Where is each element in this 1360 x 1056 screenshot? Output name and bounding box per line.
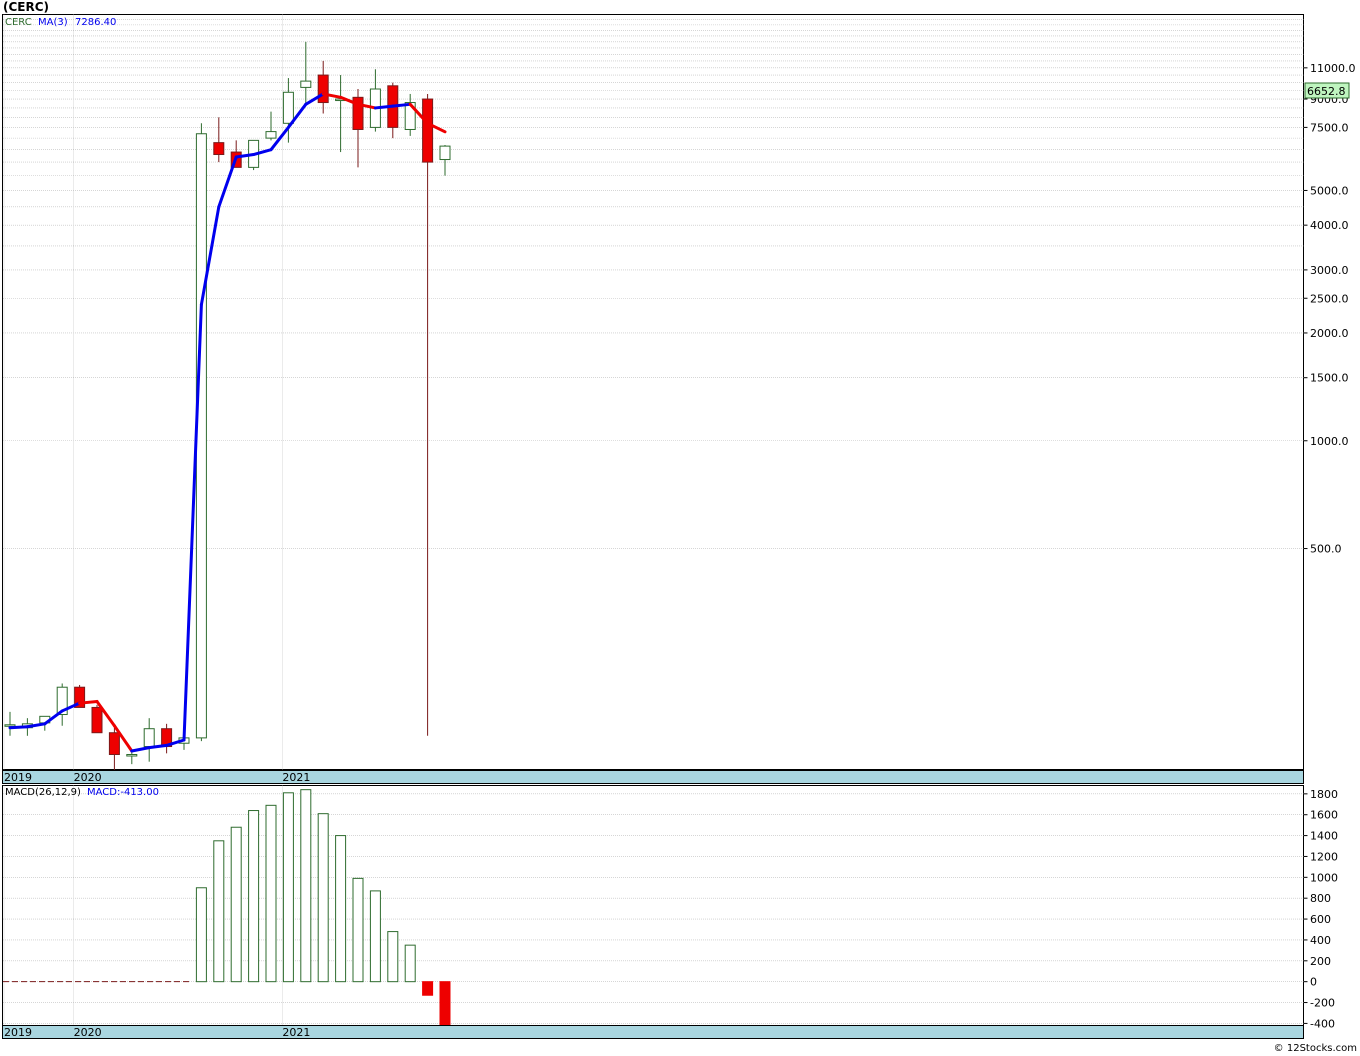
candle-body-up (439, 145, 451, 161)
candle-body-down (422, 98, 434, 163)
price-x-tick-label: 2021 (282, 771, 310, 784)
last-price-label: 6652.8 (1307, 85, 1346, 98)
macd-legend-value: MACD:-413.00 (87, 787, 159, 798)
candle (195, 123, 207, 742)
macd-bar-positive (317, 813, 329, 983)
macd-bar-negative (422, 981, 434, 996)
macd-y-tick-label: -200 (1310, 997, 1335, 1010)
legend-ma-label: MA(3) (38, 17, 68, 28)
macd-y-axis: 1800 1600 1400 1200 1000 800 600 400 200 0 -200 -40… (1303, 788, 1338, 1030)
watermark: © 12Stocks.com (1274, 1043, 1357, 1054)
macd-bar-positive (404, 944, 416, 983)
candle (91, 704, 103, 734)
macd-y-tick-label: 800 (1310, 892, 1331, 905)
ma-segment (373, 104, 395, 110)
price-y-tick-label: 2000.0 (1310, 327, 1349, 340)
macd-y-tick-label: 1000 (1310, 871, 1338, 884)
macd-bar-positive (335, 835, 347, 983)
price-x-axis-band (2, 770, 1304, 784)
price-y-tick-label: 7500.0 (1310, 121, 1349, 134)
macd-bar-positive (195, 887, 207, 983)
macd-y-tick-label: 400 (1310, 934, 1331, 947)
macd-bar-positive (282, 792, 294, 983)
macd-bar-positive (230, 826, 242, 983)
candle-body-up (195, 133, 207, 739)
ma-segment (8, 725, 29, 730)
ma-segment (78, 700, 99, 705)
stock-chart: (CERC) 11000.09000.07500.05000.04000.030… (2, 0, 1357, 1054)
price-y-tick-label: 500.0 (1310, 543, 1342, 556)
candle-body-down (213, 142, 225, 156)
price-y-axis: 11000.09000.07500.05000.04000.03000.0250… (1303, 62, 1356, 556)
macd-bar-positive (369, 890, 381, 983)
candle-body-down (317, 74, 329, 104)
macd-x-tick-label: 2020 (74, 1026, 102, 1039)
macd-legend-label: MACD(26,12,9) (5, 787, 81, 798)
legend-symbol: CERC (5, 17, 32, 28)
macd-bar-positive (248, 810, 260, 983)
ma-segment (391, 102, 412, 108)
ticker-title: (CERC) (3, 0, 49, 14)
macd-bar-positive (213, 840, 225, 983)
candle-body-down (108, 732, 120, 756)
price-y-tick-label: 3000.0 (1310, 264, 1349, 277)
candle-body-up (282, 91, 294, 124)
macd-bar-positive (300, 789, 312, 983)
macd-y-tick-label: 1800 (1310, 788, 1338, 801)
macd-bar-positive (352, 877, 364, 983)
candle-body-up (143, 728, 155, 748)
price-y-tick-label: 2500.0 (1310, 292, 1349, 305)
candle-body-down (91, 706, 103, 734)
macd-x-tick-label: 2021 (282, 1026, 310, 1039)
macd-x-axis-band (2, 1025, 1304, 1039)
macd-y-tick-label: 600 (1310, 913, 1331, 926)
price-y-tick-label: 1500.0 (1310, 372, 1349, 385)
candle-body-up (300, 80, 312, 88)
price-y-tick-label: 4000.0 (1310, 219, 1349, 232)
price-x-tick-label: 2019 (4, 771, 32, 784)
legend-ma-value: 7286.40 (75, 17, 116, 28)
macd-bar-positive (265, 804, 277, 983)
macd-bar-negative (439, 981, 451, 1026)
price-x-tick-label: 2020 (74, 771, 102, 784)
candle-body-up (126, 754, 138, 757)
candle-body-up (265, 131, 277, 139)
macd-y-tick-label: 1200 (1310, 850, 1338, 863)
macd-y-tick-label: 200 (1310, 955, 1331, 968)
macd-y-tick-label: -400 (1310, 1017, 1335, 1030)
macd-y-tick-label: 1600 (1310, 809, 1338, 822)
price-y-tick-label: 11000.0 (1310, 62, 1356, 75)
macd-y-tick-label: 1400 (1310, 830, 1338, 843)
macd-y-tick-label: 0 (1310, 976, 1317, 989)
price-y-tick-label: 1000.0 (1310, 435, 1349, 448)
macd-bar-positive (387, 931, 399, 983)
price-y-tick-label: 5000.0 (1310, 184, 1349, 197)
macd-x-tick-label: 2019 (4, 1026, 32, 1039)
